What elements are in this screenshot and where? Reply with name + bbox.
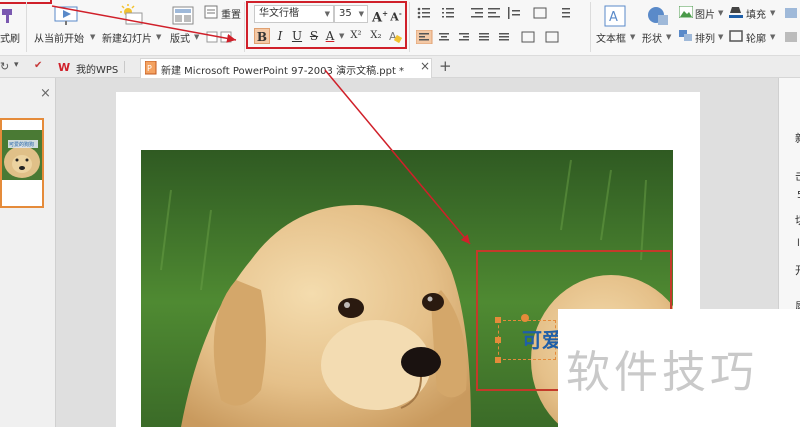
task-pane-text: l <box>797 238 800 249</box>
task-pane-text: 新 <box>795 130 800 146</box>
task-pane-text: 切 <box>795 212 800 228</box>
watermark-text: 软件技巧 <box>566 347 758 398</box>
task-pane-text: 开 <box>795 262 800 278</box>
task-pane-text: 击 <box>795 168 800 184</box>
